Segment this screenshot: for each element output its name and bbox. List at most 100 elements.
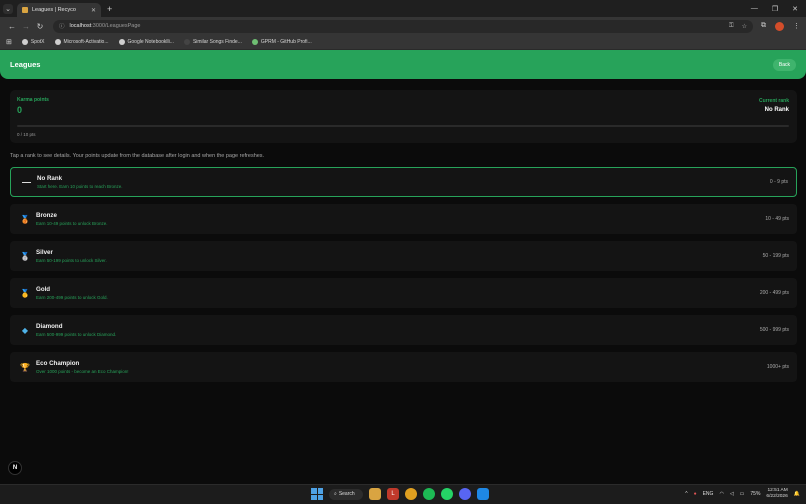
tray-expand-icon[interactable]: ^ [685, 491, 687, 497]
gold-medal-icon: 🥇 [20, 288, 30, 298]
page-title: Leagues [10, 60, 41, 69]
rank-desc: Earn 500-999 points to unlock Diamond. [36, 332, 117, 337]
rank-points: 200 - 499 pts [759, 290, 789, 296]
windows-taskbar: ⌕ Search L ^ ● ENG ◠ ◁ ▭ 75% 12:51 AM 6/2… [0, 484, 806, 504]
menu-dots-icon[interactable]: ⋮ [793, 22, 800, 30]
rank-points: 50 - 199 pts [762, 253, 789, 259]
music-icon [183, 39, 190, 45]
bookmark-item[interactable]: Similar Songs Finde... [183, 39, 242, 45]
address-bar[interactable]: ⓘ localhost:3000/LeaguesPage ⚿ ☆ [53, 19, 753, 33]
rank-desc: Earn 10-49 points to unlock Bronze. [36, 221, 108, 226]
rank-row-silver[interactable]: 🥈 Silver Earn 50-199 points to unlock Si… [10, 241, 797, 271]
current-rank-label: Current rank [758, 98, 789, 104]
url-path: :3000/LeaguesPage [91, 23, 141, 29]
bookmarks-bar: ⊞ SpotX Microsoft-Activatio... Google No… [0, 35, 806, 50]
dash-icon [20, 176, 32, 188]
rank-row-gold[interactable]: 🥇 Gold Earn 200-499 points to unlock Gol… [10, 278, 797, 308]
rank-points: 10 - 49 pts [765, 216, 789, 222]
wifi-icon[interactable]: ◠ [719, 491, 723, 497]
date: 6/22/2026 [766, 494, 788, 499]
back-arrow-icon[interactable]: ← [5, 22, 19, 31]
close-tab-icon[interactable]: ✕ [91, 7, 96, 14]
profile-avatar[interactable] [775, 21, 784, 31]
bronze-medal-icon: 🥉 [20, 214, 30, 224]
restore-icon[interactable]: ❐ [772, 5, 778, 13]
vscode-icon[interactable] [477, 488, 489, 500]
minimize-icon[interactable]: — [751, 5, 758, 13]
karma-label: Karma points [17, 97, 49, 103]
bookmark-item[interactable]: Microsoft-Activatio... [54, 39, 109, 45]
rank-row-bronze[interactable]: 🥉 Bronze Earn 10-49 points to unlock Bro… [10, 204, 797, 234]
trophy-icon: 🏆 [20, 362, 30, 372]
current-rank-box: Current rank No Rank [759, 98, 789, 113]
language-indicator[interactable]: ENG [703, 491, 714, 497]
rank-list: No Rank Start here. Earn 10 points to re… [10, 167, 797, 382]
tab-search-icon[interactable]: ⌄ [3, 3, 13, 14]
volume-icon[interactable]: ◁ [730, 491, 734, 497]
close-window-icon[interactable]: ✕ [792, 5, 798, 13]
gprm-icon [251, 39, 258, 45]
rank-name: Bronze [36, 212, 57, 219]
progress-bar [17, 125, 789, 127]
reload-icon[interactable]: ↻ [33, 22, 47, 31]
battery-percent: 75% [750, 491, 761, 497]
new-tab-icon[interactable]: + [107, 4, 112, 14]
rank-name: Eco Champion [36, 360, 80, 367]
extensions-icon[interactable]: ⧉ [761, 22, 766, 30]
microphone-icon[interactable]: ● [694, 491, 697, 497]
forward-arrow-icon[interactable]: → [19, 22, 33, 31]
diamond-icon: ◆ [21, 325, 29, 335]
github-icon [21, 39, 28, 45]
rank-points: 500 - 999 pts [759, 327, 789, 333]
silver-medal-icon: 🥈 [20, 251, 30, 261]
rank-desc: Earn 200-499 points to unlock Gold. [36, 295, 108, 300]
app-l-icon[interactable]: L [387, 488, 399, 500]
karma-card: Karma points 0 Current rank No Rank 0 / … [10, 90, 797, 143]
rank-points: 1000+ pts [766, 364, 789, 370]
rank-row-no-rank[interactable]: No Rank Start here. Earn 10 points to re… [10, 167, 797, 197]
tab-title: Leagues | Recyco [32, 7, 76, 13]
hint-text: Tap a rank to see details. Your points u… [10, 153, 265, 159]
bookmark-item[interactable]: GPRM - GitHub Profi... [251, 39, 312, 45]
taskbar-search[interactable]: ⌕ Search [329, 488, 363, 500]
search-icon: ⌕ [334, 491, 337, 497]
browser-tab[interactable]: Leagues | Recyco ✕ [17, 3, 101, 17]
spotify-icon[interactable] [423, 488, 435, 500]
browser-toolbar: ← → ↻ ⓘ localhost:3000/LeaguesPage ⚿ ☆ ⧉… [0, 17, 806, 35]
current-rank-value: No Rank [764, 107, 789, 113]
github-icon [54, 39, 61, 45]
bookmark-star-icon[interactable]: ☆ [742, 23, 747, 30]
progress-text: 0 / 10 pts [17, 132, 36, 137]
main-content: Karma points 0 Current rank No Rank 0 / … [10, 90, 797, 382]
url-host: localhost [69, 23, 92, 29]
apps-grid-icon[interactable]: ⊞ [6, 38, 12, 46]
window-controls: — ❐ ✕ [751, 5, 806, 13]
google-icon [118, 39, 125, 45]
nextjs-devtools-button[interactable]: N [8, 461, 22, 475]
rank-row-diamond[interactable]: ◆ Diamond Earn 500-999 points to unlock … [10, 315, 797, 345]
password-key-icon[interactable]: ⚿ [729, 23, 734, 30]
app-header: Leagues Back [0, 50, 806, 79]
discord-icon[interactable] [459, 488, 471, 500]
bookmark-item[interactable]: SpotX [21, 39, 45, 45]
site-info-icon[interactable]: ⓘ [59, 22, 65, 30]
rank-name: Silver [36, 249, 53, 256]
notification-bell-icon[interactable]: 🔔 [794, 491, 800, 497]
back-button[interactable]: Back [772, 58, 796, 71]
battery-icon[interactable]: ▭ [740, 491, 745, 497]
clock[interactable]: 12:51 AM 6/22/2026 [766, 488, 787, 500]
rank-desc: Over 1000 points - become an Eco Champio… [36, 369, 129, 374]
rank-points: 0 - 9 pts [769, 179, 788, 185]
karma-value: 0 [17, 105, 23, 115]
tab-favicon-icon [22, 7, 28, 13]
chrome-icon[interactable] [405, 488, 417, 500]
whatsapp-icon[interactable] [441, 488, 453, 500]
rank-name: Gold [36, 286, 51, 293]
rank-desc: Earn 50-199 points to unlock Silver. [36, 258, 107, 263]
rank-name: No Rank [37, 175, 63, 182]
windows-start-icon[interactable] [311, 488, 323, 500]
file-explorer-icon[interactable] [369, 488, 381, 500]
rank-row-eco-champion[interactable]: 🏆 Eco Champion Over 1000 points - become… [10, 352, 797, 382]
bookmark-item[interactable]: Google Notebooklli... [118, 39, 174, 45]
browser-tabbar: ⌄ Leagues | Recyco ✕ + — ❐ ✕ [0, 0, 806, 17]
